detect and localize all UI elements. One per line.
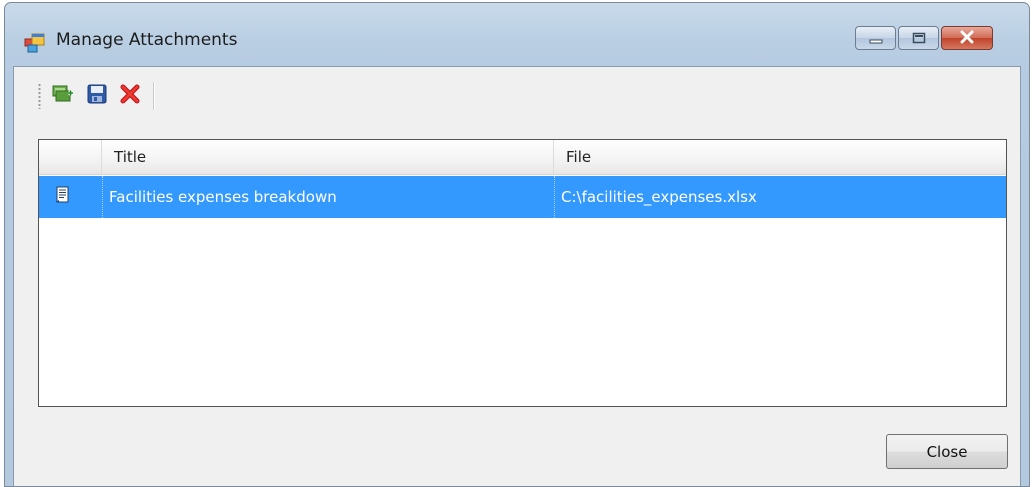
add-attachment-button[interactable] — [51, 83, 77, 109]
document-icon — [55, 186, 71, 208]
row-icon-cell[interactable] — [39, 176, 102, 218]
delete-button[interactable] — [117, 83, 143, 109]
close-button[interactable]: Close — [886, 434, 1008, 469]
column-header-icon[interactable] — [39, 140, 102, 174]
minimize-button[interactable] — [855, 26, 896, 50]
grid-header: Title File — [39, 140, 1006, 175]
title-bar[interactable]: Manage Attachments — [5, 3, 1029, 67]
row-file-cell[interactable]: C:\facilities_expenses.xlsx — [554, 176, 1006, 218]
maximize-button[interactable] — [898, 26, 939, 50]
close-icon — [959, 29, 975, 48]
manage-attachments-window: Manage Attachments Title File Facilities… — [4, 2, 1030, 487]
row-title-cell[interactable]: Facilities expenses breakdown — [102, 176, 554, 218]
toolbar — [38, 77, 188, 115]
maximize-icon — [912, 29, 926, 48]
toolbar-grip[interactable] — [38, 83, 41, 109]
window-close-button[interactable] — [941, 26, 993, 50]
minimize-icon — [869, 29, 883, 48]
column-header-title[interactable]: Title — [102, 140, 554, 174]
app-window-icon — [24, 31, 46, 53]
add-attachment-icon — [52, 83, 76, 109]
save-icon — [86, 83, 108, 109]
table-row[interactable]: Facilities expenses breakdown C:\facilit… — [39, 176, 1006, 218]
dialog-client-area: Title File Facilities expenses breakdown… — [13, 66, 1021, 486]
window-title: Manage Attachments — [56, 30, 238, 50]
save-button[interactable] — [84, 83, 110, 109]
column-header-file[interactable]: File — [554, 140, 1006, 174]
toolbar-separator — [153, 82, 155, 110]
delete-icon — [119, 83, 141, 109]
attachments-grid[interactable]: Title File Facilities expenses breakdown… — [38, 139, 1007, 407]
